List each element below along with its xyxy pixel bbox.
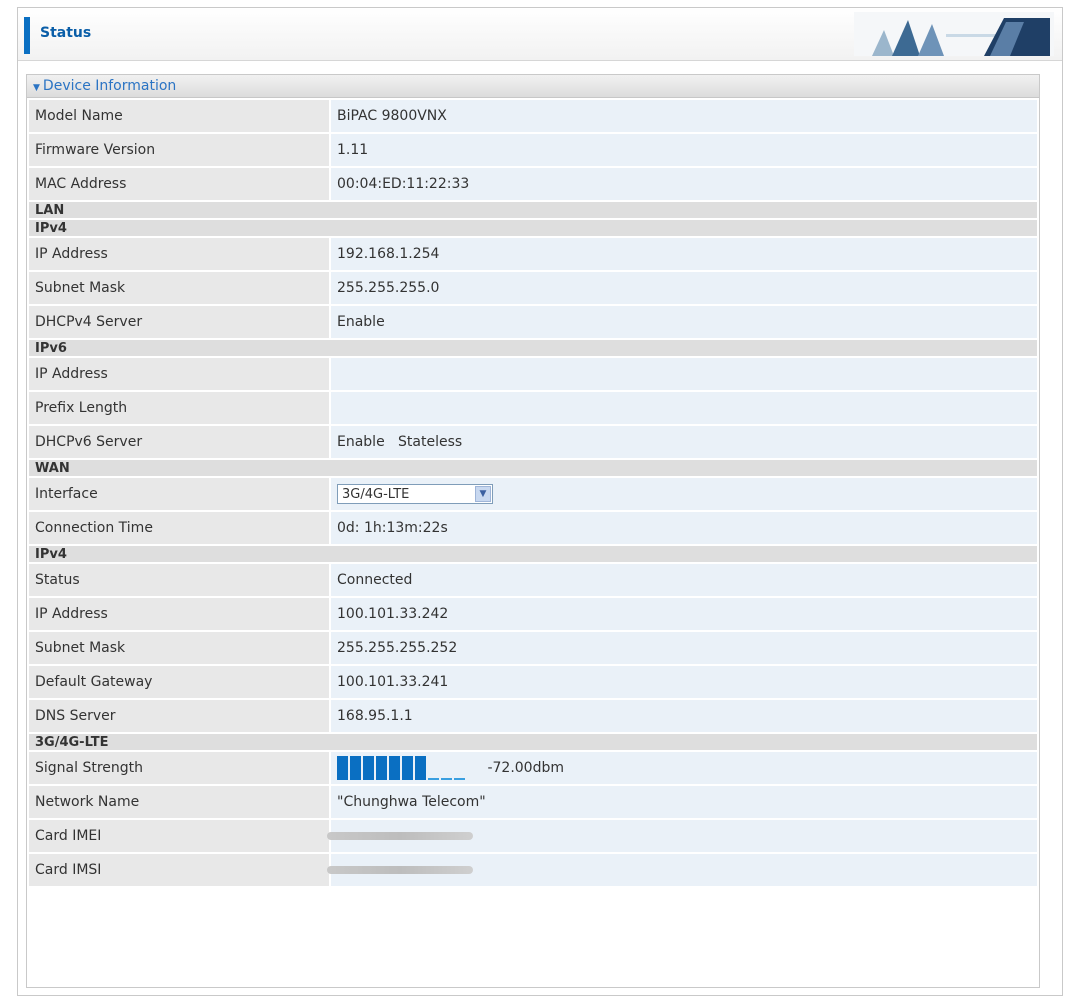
row-value: [331, 392, 1037, 424]
row-label: Card IMEI: [29, 820, 329, 852]
row-value: Connected: [331, 564, 1037, 596]
table-row: Card IMEI: [29, 820, 1037, 852]
triangle-down-icon: ▼: [33, 83, 40, 93]
table-row: Model Name BiPAC 9800VNX: [29, 100, 1037, 132]
group-header: IPv4: [29, 220, 1037, 236]
table-row: IP Address 192.168.1.254: [29, 238, 1037, 270]
row-value: "Chunghwa Telecom": [331, 786, 1037, 818]
row-value: [327, 854, 1037, 886]
redacted-imei: [327, 832, 473, 840]
signal-strength-value: -72.00dbm: [487, 760, 564, 776]
table-row: Signal Strength -72.00dbm: [29, 752, 1037, 784]
table-row: Default Gateway 100.101.33.241: [29, 666, 1037, 698]
table-row: MAC Address 00:04:ED:11:22:33: [29, 168, 1037, 200]
signal-strength-meter: [337, 756, 467, 780]
signal-bar-filled: [337, 756, 348, 780]
table-row: Connection Time 0d: 1h:13m:22s: [29, 512, 1037, 544]
row-label: Model Name: [29, 100, 329, 132]
group-header: IPv6: [29, 340, 1037, 356]
group-title-lte: 3G/4G-LTE: [29, 734, 1037, 750]
group-header: IPv4: [29, 546, 1037, 562]
row-label: MAC Address: [29, 168, 329, 200]
section-title: Device Information: [42, 78, 177, 94]
group-title-lan-ipv4: IPv4: [29, 220, 1037, 236]
row-value: 00:04:ED:11:22:33: [331, 168, 1037, 200]
signal-bar-filled: [350, 756, 361, 780]
signal-bar-empty: [428, 778, 439, 780]
table-row: Status Connected: [29, 564, 1037, 596]
status-frame: Status ▼ Device Information Model Name Bi…: [17, 7, 1063, 996]
table-row: Subnet Mask 255.255.255.0: [29, 272, 1037, 304]
header-accent-bar: [24, 17, 30, 54]
table-row: IP Address 100.101.33.242: [29, 598, 1037, 630]
chevron-down-icon[interactable]: ▼: [475, 486, 491, 502]
table-row: DHCPv6 Server Enable Stateless: [29, 426, 1037, 458]
signal-bar-empty: [441, 778, 452, 780]
header-decoration-graphic: [854, 12, 1054, 56]
row-value: BiPAC 9800VNX: [331, 100, 1037, 132]
row-label: IP Address: [29, 358, 329, 390]
group-title-wan: WAN: [29, 460, 1037, 476]
table-row: DHCPv4 Server Enable: [29, 306, 1037, 338]
group-title-lan: LAN: [29, 202, 1037, 218]
table-row: Subnet Mask 255.255.255.252: [29, 632, 1037, 664]
device-information-panel: ▼ Device Information Model Name BiPAC 980…: [26, 74, 1040, 988]
row-label: Signal Strength: [29, 752, 329, 784]
row-value: 255.255.255.252: [331, 632, 1037, 664]
row-value: 1.11: [331, 134, 1037, 166]
row-label: IP Address: [29, 598, 329, 630]
table-row: Firmware Version 1.11: [29, 134, 1037, 166]
group-header: LAN: [29, 202, 1037, 218]
row-value: Enable Stateless: [331, 426, 1037, 458]
row-value: 100.101.33.242: [331, 598, 1037, 630]
row-value: 255.255.255.0: [331, 272, 1037, 304]
table-row: DNS Server 168.95.1.1: [29, 700, 1037, 732]
interface-select[interactable]: 3G/4G-LTE ▼: [337, 484, 493, 504]
row-value: Enable: [331, 306, 1037, 338]
table-row: Network Name "Chunghwa Telecom": [29, 786, 1037, 818]
redacted-imsi: [327, 866, 473, 874]
row-value: [327, 820, 1037, 852]
page-header: Status: [18, 8, 1062, 61]
row-label: Network Name: [29, 786, 329, 818]
row-value: 3G/4G-LTE ▼: [331, 478, 1037, 510]
row-label: Subnet Mask: [29, 272, 329, 304]
table-row: Card IMSI: [29, 854, 1037, 886]
row-label: DNS Server: [29, 700, 329, 732]
row-label: Prefix Length: [29, 392, 329, 424]
row-label: Status: [29, 564, 329, 596]
row-label: Default Gateway: [29, 666, 329, 698]
row-value: 192.168.1.254: [331, 238, 1037, 270]
signal-bar-empty: [454, 778, 465, 780]
interface-select-value: 3G/4G-LTE: [342, 487, 410, 502]
table-row: Interface 3G/4G-LTE ▼: [29, 478, 1037, 510]
group-header: 3G/4G-LTE: [29, 734, 1037, 750]
signal-bar-filled: [415, 756, 426, 780]
signal-bar-filled: [389, 756, 400, 780]
group-header: WAN: [29, 460, 1037, 476]
row-label: Subnet Mask: [29, 632, 329, 664]
page-title: Status: [40, 25, 92, 41]
table-row: Prefix Length: [29, 392, 1037, 424]
signal-bar-filled: [402, 756, 413, 780]
row-label: DHCPv6 Server: [29, 426, 329, 458]
row-value: -72.00dbm: [331, 752, 1037, 784]
group-title-lan-ipv6: IPv6: [29, 340, 1037, 356]
row-value: 100.101.33.241: [331, 666, 1037, 698]
section-header[interactable]: ▼ Device Information: [27, 75, 1039, 98]
row-value: [331, 358, 1037, 390]
row-label: Connection Time: [29, 512, 329, 544]
row-value: 0d: 1h:13m:22s: [331, 512, 1037, 544]
row-label: DHCPv4 Server: [29, 306, 329, 338]
row-label: Firmware Version: [29, 134, 329, 166]
row-label: Card IMSI: [29, 854, 329, 886]
row-label: Interface: [29, 478, 329, 510]
row-value: 168.95.1.1: [331, 700, 1037, 732]
signal-bar-filled: [363, 756, 374, 780]
table-row: IP Address: [29, 358, 1037, 390]
signal-bar-filled: [376, 756, 387, 780]
group-title-wan-ipv4: IPv4: [29, 546, 1037, 562]
row-label: IP Address: [29, 238, 329, 270]
info-table: Model Name BiPAC 9800VNX Firmware Versio…: [27, 98, 1039, 888]
